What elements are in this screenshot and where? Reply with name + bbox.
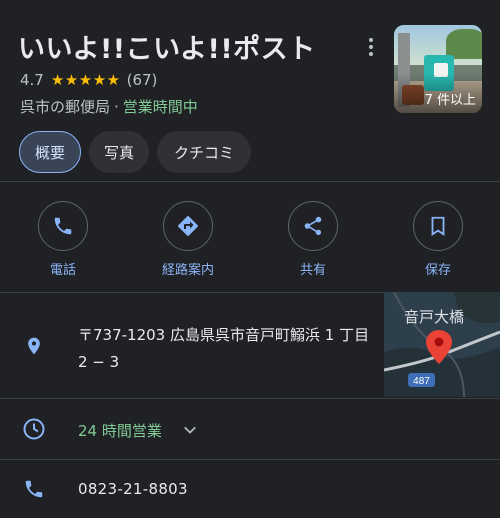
chevron-down-icon[interactable] [181, 421, 199, 443]
address-text: 〒737-1203 広島県呉市音戸町鰯浜 1 丁目 2 − 3 [78, 326, 370, 371]
call-button[interactable]: 電話 [18, 201, 108, 278]
clock-icon [22, 417, 46, 441]
phone-number: 0823-21-8803 [78, 480, 188, 498]
place-meta: 呉市の郵便局 · 営業時間中 [20, 96, 198, 117]
route-shield: 487 [413, 376, 430, 387]
open-status[interactable]: 営業時間中 [123, 98, 198, 116]
directions-button[interactable]: 経路案内 [143, 201, 233, 278]
hours-row[interactable] [0, 399, 500, 459]
call-label: 電話 [49, 263, 76, 278]
bookmark-icon [413, 201, 463, 251]
phone-row[interactable] [0, 460, 500, 518]
save-button[interactable]: 保存 [393, 201, 483, 278]
share-icon [288, 201, 338, 251]
place-tabs: 概要 写真 クチコミ [19, 131, 259, 173]
map-place-label: 音戸大橋 [404, 308, 464, 326]
directions-label: 経路案内 [161, 263, 214, 278]
place-category: 呉市の郵便局 [20, 98, 111, 116]
share-button[interactable]: 共有 [268, 201, 358, 278]
photo-count: 7 件以上 [424, 93, 476, 108]
review-count: (67) [126, 71, 158, 89]
location-pin-icon [22, 334, 46, 358]
hours-text: 24 時間営業 [78, 422, 162, 440]
star-rating-icon: ★★★★★ [50, 71, 121, 89]
place-title: いいよ!!こいよ!!ポスト [18, 34, 316, 65]
phone-icon [38, 201, 88, 251]
place-photo-thumbnail[interactable]: 7 件以上 [394, 25, 482, 113]
save-label: 保存 [424, 263, 451, 278]
tab-reviews[interactable]: クチコミ [157, 131, 251, 173]
phone-icon [22, 477, 46, 501]
rating-row[interactable]: 4.7 ★★★★★ (67) [20, 71, 157, 89]
share-label: 共有 [299, 263, 326, 278]
directions-icon [163, 201, 213, 251]
tab-overview[interactable]: 概要 [19, 131, 81, 173]
action-buttons: 電話 経路案内 共有 保存 [0, 201, 500, 281]
map-thumbnail[interactable]: 487 音戸大橋 [384, 292, 500, 397]
meta-separator: · [114, 98, 119, 116]
divider [0, 181, 500, 182]
more-options-icon[interactable] [362, 36, 380, 60]
place-header: いいよ!!こいよ!!ポスト 4.7 ★★★★★ (67) 呉市の郵便局 · 営業時間… [0, 0, 500, 181]
tab-photos[interactable]: 写真 [89, 131, 149, 173]
rating-value: 4.7 [20, 71, 44, 89]
